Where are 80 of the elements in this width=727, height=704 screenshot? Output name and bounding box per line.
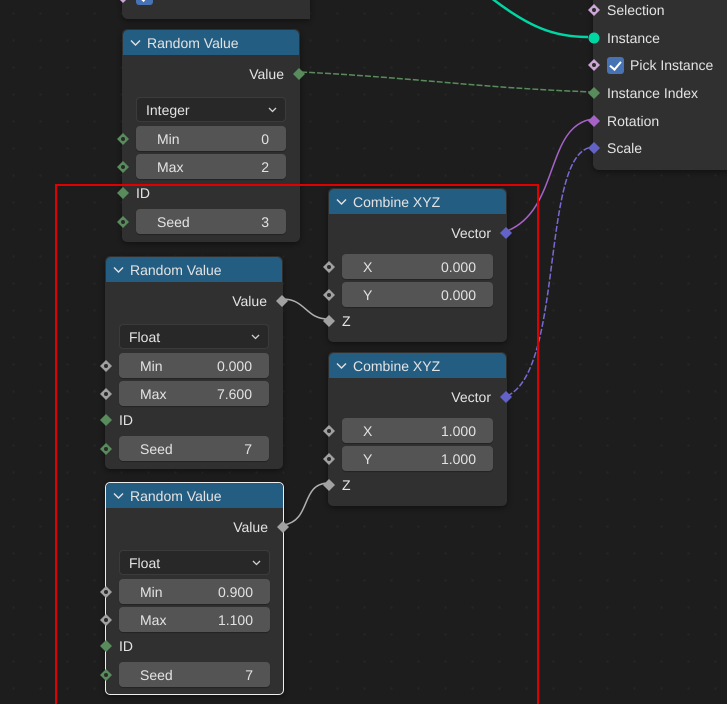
socket-label: Z: [342, 476, 351, 492]
link-wire: [284, 298, 328, 320]
number-field[interactable]: Min 0.900: [119, 579, 270, 604]
caret-icon: [251, 334, 260, 340]
socket-label: ID: [136, 184, 150, 200]
socket-icon[interactable]: [276, 294, 288, 306]
number-field[interactable]: Seed 7: [119, 662, 270, 687]
socket-icon[interactable]: [293, 68, 305, 80]
socket-icon[interactable]: [100, 414, 112, 426]
type-dropdown[interactable]: Integer: [136, 97, 286, 122]
socket-label: Instance: [607, 30, 660, 46]
socket-icon[interactable]: [323, 314, 335, 326]
node-title: Random Value: [130, 262, 222, 278]
socket-icon[interactable]: [323, 260, 335, 272]
number-field[interactable]: Max 2: [136, 154, 286, 179]
type-dropdown[interactable]: Float: [119, 550, 270, 575]
socket-icon[interactable]: [117, 132, 129, 144]
node-header[interactable]: Combine XYZ: [329, 353, 506, 378]
socket-icon[interactable]: [323, 424, 335, 436]
socket-label: ID: [119, 638, 133, 654]
number-field[interactable]: X 1.000: [342, 418, 493, 443]
type-dropdown[interactable]: Float: [119, 324, 269, 349]
socket-icon[interactable]: [323, 478, 335, 490]
number-field[interactable]: Max 7.600: [119, 381, 269, 406]
number-field[interactable]: Seed 3: [136, 209, 286, 234]
node-title: Combine XYZ: [353, 194, 440, 210]
socket-icon[interactable]: [500, 226, 512, 238]
socket-icon[interactable]: [277, 520, 289, 532]
socket-label: Instance Index: [607, 85, 698, 102]
socket-icon[interactable]: [100, 388, 112, 400]
number-field[interactable]: Y 1.000: [342, 446, 493, 471]
socket-label: Z: [342, 312, 351, 328]
number-field[interactable]: Min 0: [136, 126, 286, 151]
number-field[interactable]: Seed 7: [119, 436, 269, 461]
number-field[interactable]: Y 0.000: [342, 282, 493, 307]
socket-icon[interactable]: [323, 288, 335, 300]
socket-label: Value: [233, 518, 268, 534]
socket-icon[interactable]: [100, 360, 112, 372]
socket-label: Pick Instance: [630, 57, 714, 74]
chevron-icon[interactable]: [336, 196, 347, 207]
socket-icon[interactable]: [588, 32, 600, 44]
node-title: Random Value: [130, 488, 222, 504]
socket-icon[interactable]: [100, 668, 112, 680]
socket-label: Scale: [607, 140, 642, 156]
socket-label: ID: [119, 412, 133, 428]
node-title: Combine XYZ: [353, 358, 440, 374]
socket-icon[interactable]: [117, 216, 129, 228]
chevron-icon[interactable]: [130, 37, 141, 48]
chevron-icon[interactable]: [336, 360, 347, 371]
caret-icon: [252, 560, 261, 566]
socket-label: Value: [249, 66, 284, 82]
link-wire: [284, 482, 328, 526]
socket-icon[interactable]: [100, 586, 112, 598]
caret-icon: [268, 106, 277, 112]
socket-icon[interactable]: [588, 114, 600, 127]
node-header[interactable]: Random Value: [106, 483, 283, 508]
socket-label: Vector: [451, 388, 491, 404]
socket-icon[interactable]: [117, 186, 129, 198]
node-title: Random Value: [147, 34, 239, 50]
socket-label: Rotation: [607, 112, 660, 129]
socket-icon[interactable]: [323, 452, 335, 464]
number-field[interactable]: Max 1.100: [119, 607, 270, 632]
socket-label: Value: [232, 292, 267, 308]
checkbox[interactable]: [607, 56, 624, 74]
socket-icon[interactable]: [100, 640, 112, 652]
node-header[interactable]: Combine XYZ: [329, 189, 506, 214]
socket-icon[interactable]: [588, 4, 600, 16]
node-header[interactable]: Random Value: [106, 257, 282, 282]
socket-label: Selection: [607, 2, 665, 18]
socket-icon[interactable]: [100, 614, 112, 626]
number-field[interactable]: Min 0.000: [119, 353, 269, 378]
chevron-icon[interactable]: [113, 264, 124, 275]
socket-icon[interactable]: [117, 160, 129, 172]
socket-icon[interactable]: [588, 59, 600, 72]
node-header[interactable]: Random Value: [123, 30, 299, 55]
socket-icon[interactable]: [100, 442, 112, 454]
number-field[interactable]: X 0.000: [342, 254, 493, 279]
chevron-icon[interactable]: [113, 490, 124, 501]
socket-label: Vector: [451, 224, 491, 240]
socket-icon[interactable]: [588, 87, 600, 100]
